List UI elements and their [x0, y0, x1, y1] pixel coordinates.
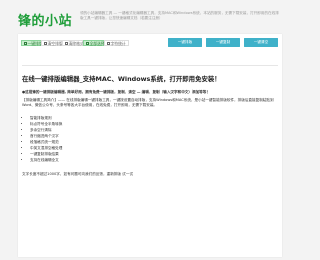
editor-content-area[interactable]: 在线一键排版编辑器_支持MAC、Windows系统，打开即用免安装！ ●这是锋的…: [22, 68, 278, 254]
toolbar-divider: [22, 65, 278, 66]
count-icon: [106, 42, 110, 46]
tool-word-count-button[interactable]: 字符统计: [104, 40, 129, 46]
content-title: 在线一键排版编辑器_支持MAC、Windows系统，打开即用免安装！: [22, 75, 221, 83]
list-item: 支持在线编辑全文: [30, 157, 62, 163]
content-footer: 文字长度不超过1000字，如有问题可向我们的反馈，重新排版 试一试: [22, 172, 133, 176]
editor-card: 一键排版 清空排版 清除格式 全部选择 字符统计 一键排版 一键复制 一键清空 …: [18, 34, 282, 257]
site-logo[interactable]: 锋的小站: [18, 10, 72, 29]
select-all-icon: [85, 42, 89, 46]
feature-list: 智能排版规则 标点符号全半角转换 多余空行清除 首行缩进两个汉字 段落格式统一规…: [26, 115, 62, 163]
clear-icon: [43, 42, 47, 46]
format-icon: [23, 42, 27, 46]
editor-toolbar: 一键排版 清空排版 清除格式 全部选择 字符统计 一键排版 一键复制 一键清空: [18, 34, 282, 50]
copy-all-button[interactable]: 一键复制: [206, 38, 240, 47]
content-paragraph: 【排版编辑工具简介】—— 在线排版编辑一键排版工具，一键按设置自动排版，支持Wi…: [22, 98, 274, 107]
site-header: 锋的小站 领的小站编辑器工具 — 一键格式化编辑器工具，支持MAC和Window…: [0, 0, 300, 32]
clear-all-button[interactable]: 一键清空: [244, 38, 278, 47]
content-intro: ●这是锋的一键排版编辑器, 简单好用，拥有免费一键排版，复制、清空 — 编辑、复…: [22, 90, 210, 94]
auto-format-button[interactable]: 一键排版: [168, 38, 202, 47]
eraser-icon: [64, 42, 68, 46]
site-description: 领的小站编辑器工具 — 一键格式化编辑器工具，支持MAC和Windows系统，本…: [80, 11, 279, 21]
